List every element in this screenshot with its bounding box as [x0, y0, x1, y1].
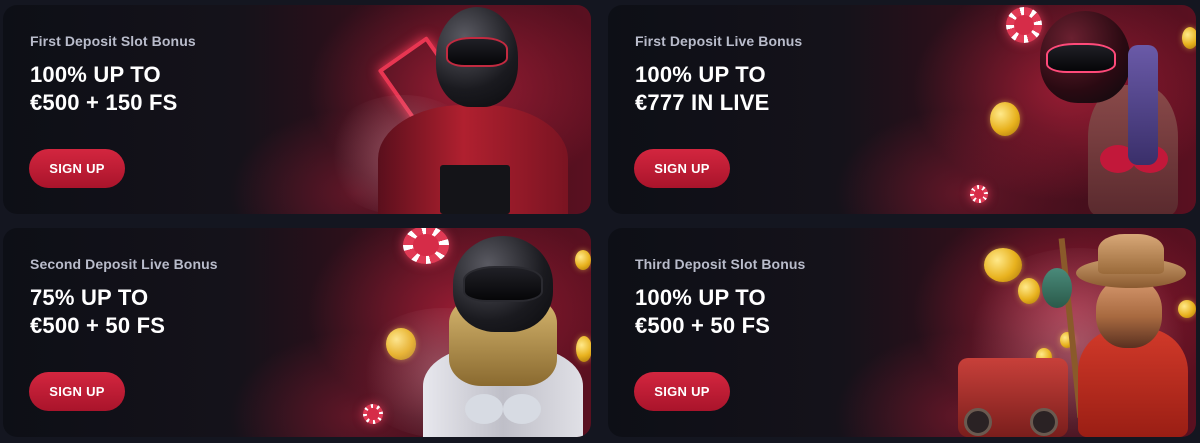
sign-up-button[interactable]: SIGN UP	[29, 149, 125, 188]
bonus-offer-line2: €500 + 150 FS	[30, 90, 178, 115]
bonus-offer-line1: 100% UP TO	[30, 62, 161, 87]
bonus-offer-line1: 100% UP TO	[635, 285, 766, 310]
bonus-subtitle: First Deposit Slot Bonus	[30, 33, 196, 49]
bonus-card-first-deposit-live[interactable]: First Deposit Live Bonus 100% UP TO €777…	[608, 5, 1196, 214]
bonus-subtitle: First Deposit Live Bonus	[635, 33, 803, 49]
casino-chip-image	[970, 185, 988, 203]
bonus-card-third-deposit-slot[interactable]: Third Deposit Slot Bonus 100% UP TO €500…	[608, 228, 1196, 437]
bonus-offer-line1: 75% UP TO	[30, 285, 149, 310]
gold-coin-image	[990, 102, 1020, 136]
helmet-woman-figure-image	[1028, 5, 1196, 214]
sign-up-button[interactable]: SIGN UP	[29, 372, 125, 411]
bonus-offer: 100% UP TO €500 + 150 FS	[30, 61, 196, 117]
bonus-subtitle: Third Deposit Slot Bonus	[635, 256, 806, 272]
helmet-woman-figure-image	[423, 236, 583, 437]
bonus-card-first-deposit-slot[interactable]: First Deposit Slot Bonus 100% UP TO €500…	[3, 5, 591, 214]
bonus-subtitle: Second Deposit Live Bonus	[30, 256, 218, 272]
bonus-offer: 75% UP TO €500 + 50 FS	[30, 284, 218, 340]
bonus-offer-line2: €777 IN LIVE	[635, 90, 770, 115]
bonus-offer-line1: 100% UP TO	[635, 62, 766, 87]
sign-up-button[interactable]: SIGN UP	[634, 149, 730, 188]
fisherman-cowboy-figure-image	[958, 228, 1196, 437]
card-text-block: First Deposit Live Bonus 100% UP TO €777…	[635, 33, 802, 117]
bonus-card-second-deposit-live[interactable]: Second Deposit Live Bonus 75% UP TO €500…	[3, 228, 591, 437]
sign-up-button[interactable]: SIGN UP	[634, 372, 730, 411]
bonus-offer-line2: €500 + 50 FS	[635, 313, 771, 338]
card-text-block: Second Deposit Live Bonus 75% UP TO €500…	[30, 256, 218, 340]
bonus-offer-line2: €500 + 50 FS	[30, 313, 166, 338]
bonus-offer: 100% UP TO €500 + 50 FS	[635, 284, 805, 340]
bonus-offer: 100% UP TO €777 IN LIVE	[635, 61, 802, 117]
card-text-block: Third Deposit Slot Bonus 100% UP TO €500…	[635, 256, 805, 340]
racer-figure-image	[358, 5, 588, 214]
card-text-block: First Deposit Slot Bonus 100% UP TO €500…	[30, 33, 196, 117]
